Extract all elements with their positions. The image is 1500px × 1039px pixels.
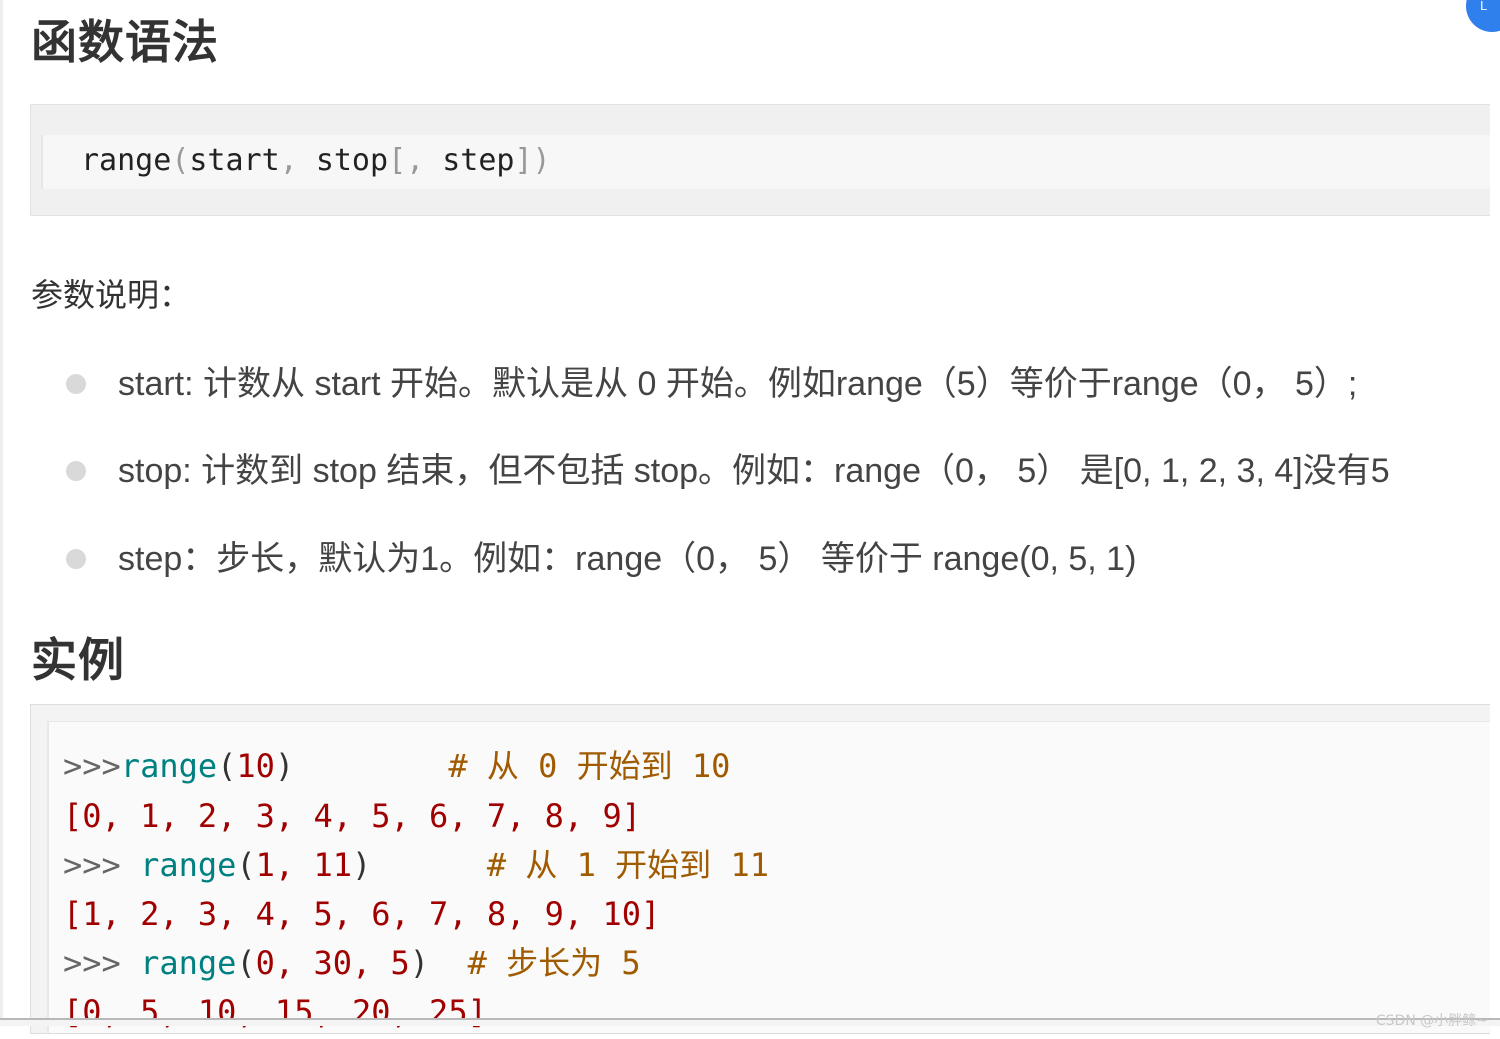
code-line-5: >>> range(0, 30, 5) # 步长为 5 xyxy=(63,939,641,987)
example-heading: 实例 xyxy=(31,633,125,687)
param-text: step：步长，默认为1。例如：range（0， 5） 等价于 range(0,… xyxy=(118,540,1137,578)
code-args: 1, 11 xyxy=(255,846,352,884)
params-heading: 参数说明： xyxy=(31,276,192,314)
code-output-1: [0, 1, 2, 3, 4, 5, 6, 7, 8, 9] xyxy=(63,797,641,835)
param-item-stop: stop: 计数到 stop 结束，但不包括 stop。例如：range（0， … xyxy=(66,447,1486,497)
code-fn: range xyxy=(140,846,237,884)
syntax-arg-start: start xyxy=(189,143,280,178)
bullet-icon xyxy=(66,374,86,394)
horizontal-scrollbar[interactable] xyxy=(0,1018,1500,1026)
code-prompt: >>> xyxy=(63,944,141,982)
param-text: stop: 计数到 stop 结束，但不包括 stop。例如：range（0， … xyxy=(118,452,1390,490)
code-output-2: [1, 2, 3, 4, 5, 6, 7, 8, 9, 10] xyxy=(63,895,661,933)
code-line-1: >>>range(10) # 从 0 开始到 10 xyxy=(63,742,730,790)
code-prompt: >>> xyxy=(63,846,141,884)
syntax-code-inner: range(start, stop[, step]) xyxy=(41,135,1490,189)
syntax-close: ]) xyxy=(514,143,551,178)
bullet-icon xyxy=(66,461,86,481)
code-output-3: [0, 5, 10, 15, 20, 25] xyxy=(63,993,487,1031)
code-pad xyxy=(429,944,468,982)
code-open: ( xyxy=(236,846,256,884)
param-text: start: 计数从 start 开始。默认是从 0 开始。例如range（5）… xyxy=(118,365,1358,403)
page-left-border xyxy=(0,0,3,1020)
code-open: ( xyxy=(217,747,237,785)
syntax-arg-step: step xyxy=(442,143,515,178)
syntax-fn: range xyxy=(81,143,172,178)
syntax-code-block: range(start, stop[, step]) xyxy=(30,104,1490,216)
code-prompt: >>> xyxy=(63,747,121,785)
syntax-open: ( xyxy=(171,143,190,178)
code-fn: range xyxy=(140,944,237,982)
example-code-inner: >>>range(10) # 从 0 开始到 10 [0, 1, 2, 3, 4… xyxy=(47,721,1490,1033)
code-open: ( xyxy=(236,944,256,982)
syntax-heading: 函数语法 xyxy=(31,15,219,69)
bullet-icon xyxy=(66,549,86,569)
code-args: 0, 30, 5 xyxy=(255,944,410,982)
code-comment: # 从 0 开始到 10 xyxy=(448,747,731,785)
code-close: ) xyxy=(274,747,295,785)
code-pad xyxy=(294,747,448,785)
code-close: ) xyxy=(409,944,430,982)
param-item-step: step：步长，默认为1。例如：range（0， 5） 等价于 range(0,… xyxy=(66,535,1486,585)
code-line-3: >>> range(1, 11) # 从 1 开始到 11 xyxy=(63,841,769,889)
syntax-comma: , xyxy=(279,143,298,178)
code-close: ) xyxy=(351,846,372,884)
floating-action-badge[interactable]: L xyxy=(1466,0,1500,32)
syntax-code-line: range(start, stop[, step]) xyxy=(81,141,551,181)
example-code-block: >>>range(10) # 从 0 开始到 10 [0, 1, 2, 3, 4… xyxy=(30,704,1490,1034)
syntax-arg-stop: stop xyxy=(315,143,389,178)
code-comment: # 步长为 5 xyxy=(467,944,641,982)
code-comment: # 从 1 开始到 11 xyxy=(486,846,769,884)
syntax-bracket: [ xyxy=(388,143,407,178)
code-pad xyxy=(371,846,487,884)
code-fn: range xyxy=(120,747,218,785)
syntax-comma: , xyxy=(406,143,425,178)
code-args: 10 xyxy=(236,747,275,785)
param-item-start: start: 计数从 start 开始。默认是从 0 开始。例如range（5）… xyxy=(66,360,1486,410)
csdn-watermark: CSDN @小胖鲸~ xyxy=(1375,1013,1488,1029)
